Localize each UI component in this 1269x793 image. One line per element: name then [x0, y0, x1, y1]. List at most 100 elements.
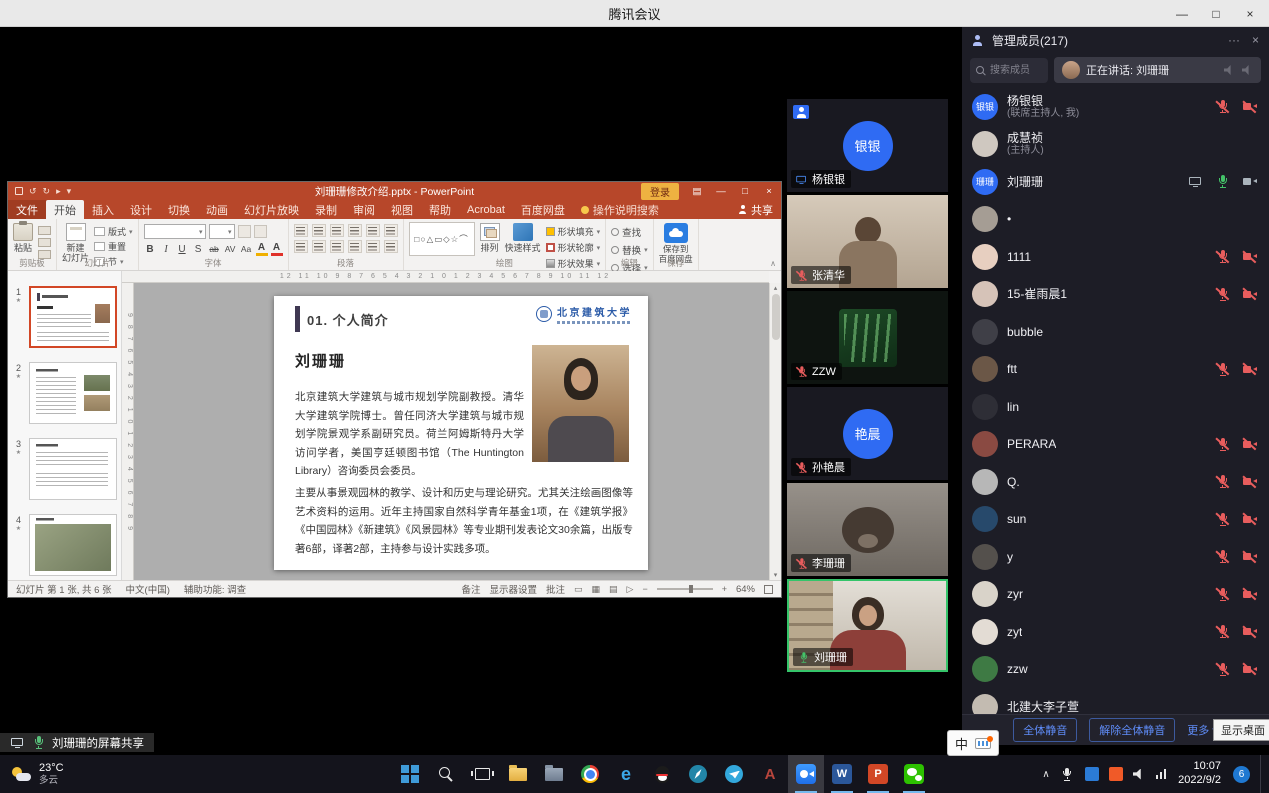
notes-toggle[interactable]: 备注 — [461, 582, 480, 596]
mic-icon[interactable] — [1215, 549, 1230, 564]
mic-icon[interactable] — [1215, 437, 1230, 452]
underline-button[interactable]: U — [176, 244, 189, 255]
font-name-select[interactable]: ▾ — [144, 224, 206, 239]
increase-indent-button[interactable] — [348, 224, 362, 237]
slide-scrollbar[interactable]: ▴▾ — [769, 283, 781, 580]
start-slideshow-icon[interactable]: ▸ — [56, 186, 61, 197]
shape-outline-button[interactable]: 形状轮廓▾ — [546, 241, 601, 254]
columns-button[interactable] — [366, 240, 380, 253]
member-row[interactable]: bubble — [962, 313, 1269, 351]
undo-icon[interactable]: ↺ — [29, 186, 37, 197]
messenger-button[interactable] — [716, 755, 752, 793]
notification-badge[interactable]: 6 — [1233, 766, 1250, 783]
member-row[interactable]: • — [962, 201, 1269, 239]
zoom-out-icon[interactable]: − — [642, 584, 647, 594]
fit-slide-icon[interactable] — [764, 585, 773, 594]
member-row[interactable]: 北建大李子萱 — [962, 688, 1269, 714]
close-icon[interactable]: × — [1233, 0, 1267, 27]
grow-font-button[interactable] — [238, 225, 251, 238]
language-indicator[interactable]: 中文(中国) — [126, 582, 170, 596]
member-row[interactable]: zyr — [962, 576, 1269, 614]
member-row[interactable]: sun — [962, 501, 1269, 539]
camera-icon[interactable] — [1242, 474, 1257, 489]
tab-file[interactable]: 文件 — [8, 200, 46, 219]
slide-thumbnail[interactable]: 2★ — [8, 362, 121, 424]
unmute-all-button[interactable]: 解除全体静音 — [1089, 718, 1175, 742]
camera-icon[interactable] — [1242, 662, 1257, 677]
tab-acrobat[interactable]: Acrobat — [459, 200, 513, 219]
text-shadow-button[interactable]: S — [192, 244, 205, 255]
mic-icon[interactable] — [1215, 174, 1230, 189]
camera-icon[interactable] — [1242, 249, 1257, 264]
video-tile-active-speaker[interactable]: 刘珊珊 — [787, 579, 948, 672]
tencent-meeting-button[interactable] — [788, 755, 824, 793]
show-desktop-button[interactable] — [1260, 755, 1265, 793]
mic-icon[interactable] — [1215, 474, 1230, 489]
video-tile[interactable]: 张清华 — [787, 195, 948, 288]
mic-icon[interactable] — [1215, 287, 1230, 302]
shapes-gallery[interactable]: □○△▭◇☆⌒ — [409, 222, 475, 256]
member-row[interactable]: y — [962, 538, 1269, 576]
camera-icon[interactable] — [1242, 437, 1257, 452]
audio-device-icon[interactable] — [1224, 65, 1235, 75]
taskbar-search-button[interactable] — [428, 755, 464, 793]
tab-view[interactable]: 视图 — [383, 200, 421, 219]
arrange-button[interactable]: 排列 — [480, 222, 500, 253]
member-row[interactable]: 15-崔雨晨1 — [962, 276, 1269, 314]
slide-sorter-view-icon[interactable]: ▦ — [592, 584, 601, 595]
wechat-button[interactable] — [896, 755, 932, 793]
video-tile[interactable]: 李珊珊 — [787, 483, 948, 576]
ppt-minimize-icon[interactable]: — — [709, 182, 733, 200]
slide-thumbnail[interactable]: 1★ — [8, 286, 121, 348]
tab-review[interactable]: 审阅 — [345, 200, 383, 219]
file-explorer-button[interactable] — [500, 755, 536, 793]
member-row[interactable]: 银银杨银银(联席主持人, 我) — [962, 88, 1269, 126]
reading-view-icon[interactable]: ▤ — [609, 584, 618, 595]
video-tile[interactable]: ZZW — [787, 291, 948, 384]
strikethrough-button[interactable]: ab — [208, 244, 221, 254]
ime-toolbar[interactable]: 中 — [947, 730, 999, 756]
highlight-color-button[interactable]: A — [256, 242, 268, 256]
member-row[interactable]: lin — [962, 388, 1269, 426]
shape-fill-button[interactable]: 形状填充▾ — [546, 225, 601, 238]
bullets-button[interactable] — [294, 224, 308, 237]
camera-icon[interactable] — [1242, 549, 1257, 564]
align-text-button[interactable] — [384, 240, 398, 253]
comments-toggle[interactable]: 批注 — [546, 582, 565, 596]
video-tile[interactable]: 银银 杨银银 — [787, 99, 948, 192]
display-settings-button[interactable]: 显示器设置 — [489, 582, 537, 596]
text-direction-button[interactable] — [384, 224, 398, 237]
layout-button[interactable]: 版式▾ — [94, 225, 133, 238]
slideshow-view-icon[interactable]: ▷ — [627, 584, 634, 595]
slide-1-thumb[interactable] — [29, 286, 117, 348]
ime-mode-indicator[interactable]: 中 — [955, 734, 968, 753]
zoom-in-icon[interactable]: + — [722, 584, 727, 594]
tab-design[interactable]: 设计 — [122, 200, 160, 219]
taskbar-clock[interactable]: 10:07 2022/9/2 — [1178, 760, 1221, 788]
panel-more-icon[interactable]: ··· — [1228, 33, 1240, 47]
italic-button[interactable]: I — [160, 244, 173, 255]
tab-baidu-pan[interactable]: 百度网盘 — [513, 200, 573, 219]
volume-icon[interactable] — [1133, 769, 1146, 780]
video-tile[interactable]: 艳晨 孙艳晨 — [787, 387, 948, 480]
camera-icon[interactable] — [1242, 174, 1257, 189]
font-color-button[interactable]: A — [271, 242, 283, 256]
accessibility-status[interactable]: 辅助功能: 调查 — [184, 582, 246, 596]
ppt-maximize-icon[interactable]: □ — [733, 182, 757, 200]
mic-icon[interactable] — [1215, 587, 1230, 602]
documents-folder-button[interactable] — [536, 755, 572, 793]
keyboard-icon[interactable] — [975, 738, 991, 749]
tab-record[interactable]: 录制 — [307, 200, 345, 219]
qat-customize-icon[interactable]: ▾ — [67, 186, 72, 197]
align-left-button[interactable] — [294, 240, 308, 253]
share-button[interactable]: 共享 — [738, 200, 773, 219]
quick-styles-button[interactable]: 快速样式 — [505, 222, 541, 253]
ime-icon[interactable] — [1085, 767, 1099, 781]
line-spacing-button[interactable] — [366, 224, 380, 237]
reset-button[interactable]: 重置 — [94, 240, 133, 253]
redo-icon[interactable]: ↻ — [43, 186, 51, 197]
member-row[interactable]: 珊珊刘珊珊 — [962, 163, 1269, 201]
chrome-button[interactable] — [572, 755, 608, 793]
member-row[interactable]: zyt — [962, 613, 1269, 651]
ribbon-display-icon[interactable]: ▤ — [685, 182, 709, 200]
